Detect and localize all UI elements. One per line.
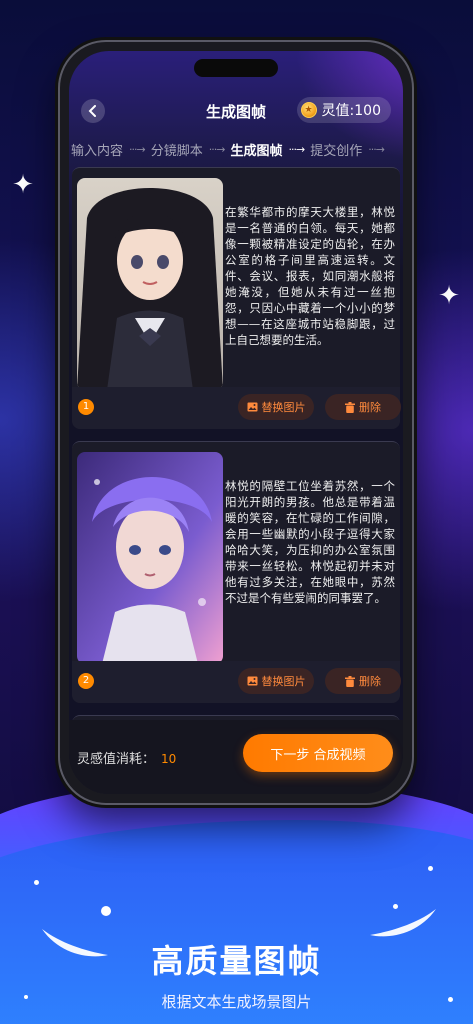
comet-icon bbox=[370, 909, 436, 937]
portrait-girl-image bbox=[77, 178, 223, 390]
image-icon bbox=[247, 676, 257, 686]
app-screen: 生成图帧 ★ 灵值:100 输入内容 ···→ 分镜脚本 ···→ 生成图帧 ·… bbox=[69, 51, 403, 794]
promo-title: 高质量图帧 bbox=[151, 942, 322, 980]
frame-image[interactable] bbox=[77, 178, 223, 390]
delete-label: 删除 bbox=[359, 675, 381, 688]
delete-button[interactable]: 删除 bbox=[325, 668, 401, 694]
balance-badge[interactable]: ★ 灵值:100 bbox=[296, 97, 391, 123]
frame-description: 在繁华都市的摩天大楼里，林悦是一名普通的白领。每天，她都像一颗被精准设定的齿轮，… bbox=[225, 205, 395, 347]
star-dot bbox=[34, 880, 39, 885]
replace-image-button[interactable]: 替换图片 bbox=[238, 394, 314, 420]
top-bar: 生成图帧 ★ 灵值:100 bbox=[69, 97, 403, 127]
trash-icon bbox=[345, 401, 355, 413]
phone-frame: 生成图帧 ★ 灵值:100 输入内容 ···→ 分镜脚本 ···→ 生成图帧 ·… bbox=[58, 40, 414, 805]
frame-list[interactable]: 在繁华都市的摩天大楼里，林悦是一名普通的白领。每天，她都像一颗被精准设定的齿轮，… bbox=[69, 167, 403, 794]
step-input[interactable]: 输入内容 bbox=[71, 140, 123, 159]
cost-label: 灵感值消耗： bbox=[77, 752, 156, 767]
replace-image-label: 替换图片 bbox=[261, 675, 306, 688]
step-storyboard[interactable]: 分镜脚本 bbox=[151, 140, 203, 159]
bottom-action-bar: 灵感值消耗： 10 下一步 合成视频 bbox=[69, 720, 403, 794]
coin-icon: ★ bbox=[300, 102, 317, 118]
arrow-right-icon: ···→ bbox=[288, 142, 305, 156]
trash-icon bbox=[345, 675, 355, 687]
sparkle-icon: ✦ bbox=[12, 170, 34, 200]
step-submit[interactable]: 提交创作 bbox=[310, 140, 362, 159]
next-step-button[interactable]: 下一步 合成视频 bbox=[243, 734, 393, 772]
frame-card: 在繁华都市的摩天大楼里，林悦是一名普通的白领。每天，她都像一颗被精准设定的齿轮，… bbox=[72, 167, 401, 429]
frame-card: 林悦的隔壁工位坐着苏然，一个阳光开朗的男孩。他总是带着温暖的笑容，在忙碌的工作间… bbox=[72, 441, 401, 703]
replace-image-label: 替换图片 bbox=[261, 401, 306, 414]
arrow-right-icon: ···→ bbox=[129, 142, 146, 156]
delete-button[interactable]: 删除 bbox=[325, 394, 401, 420]
step-generate-frames[interactable]: 生成图帧 bbox=[230, 140, 282, 159]
frame-index-badge: 2 bbox=[78, 673, 94, 689]
replace-image-button[interactable]: 替换图片 bbox=[238, 668, 314, 694]
portrait-boy-image bbox=[77, 452, 223, 664]
phone-notch bbox=[194, 59, 278, 77]
frame-card-footer: 2 替换图片 删除 bbox=[72, 661, 401, 703]
frame-index-badge: 1 bbox=[78, 399, 94, 415]
image-icon bbox=[247, 402, 257, 412]
arrow-right-icon: ···→ bbox=[208, 142, 226, 156]
promo-subtitle: 根据文本生成场景图片 bbox=[161, 993, 312, 1011]
star-dot bbox=[428, 866, 433, 871]
arrow-right-icon: ···→ bbox=[368, 142, 385, 156]
cost-info: 灵感值消耗： 10 bbox=[77, 748, 176, 767]
frame-image[interactable] bbox=[77, 452, 223, 664]
sparkle-icon: ✦ bbox=[438, 281, 460, 311]
step-progress: 输入内容 ···→ 分镜脚本 ···→ 生成图帧 ···→ 提交创作 ···→ bbox=[69, 139, 403, 159]
star-dot bbox=[101, 906, 111, 916]
delete-label: 删除 bbox=[359, 401, 381, 414]
frame-card-footer: 1 替换图片 删除 bbox=[72, 387, 401, 429]
cost-value: 10 bbox=[161, 752, 177, 766]
balance-label: 灵值:100 bbox=[321, 103, 381, 119]
frame-description: 林悦的隔壁工位坐着苏然，一个阳光开朗的男孩。他总是带着温暖的笑容，在忙碌的工作间… bbox=[225, 479, 395, 605]
